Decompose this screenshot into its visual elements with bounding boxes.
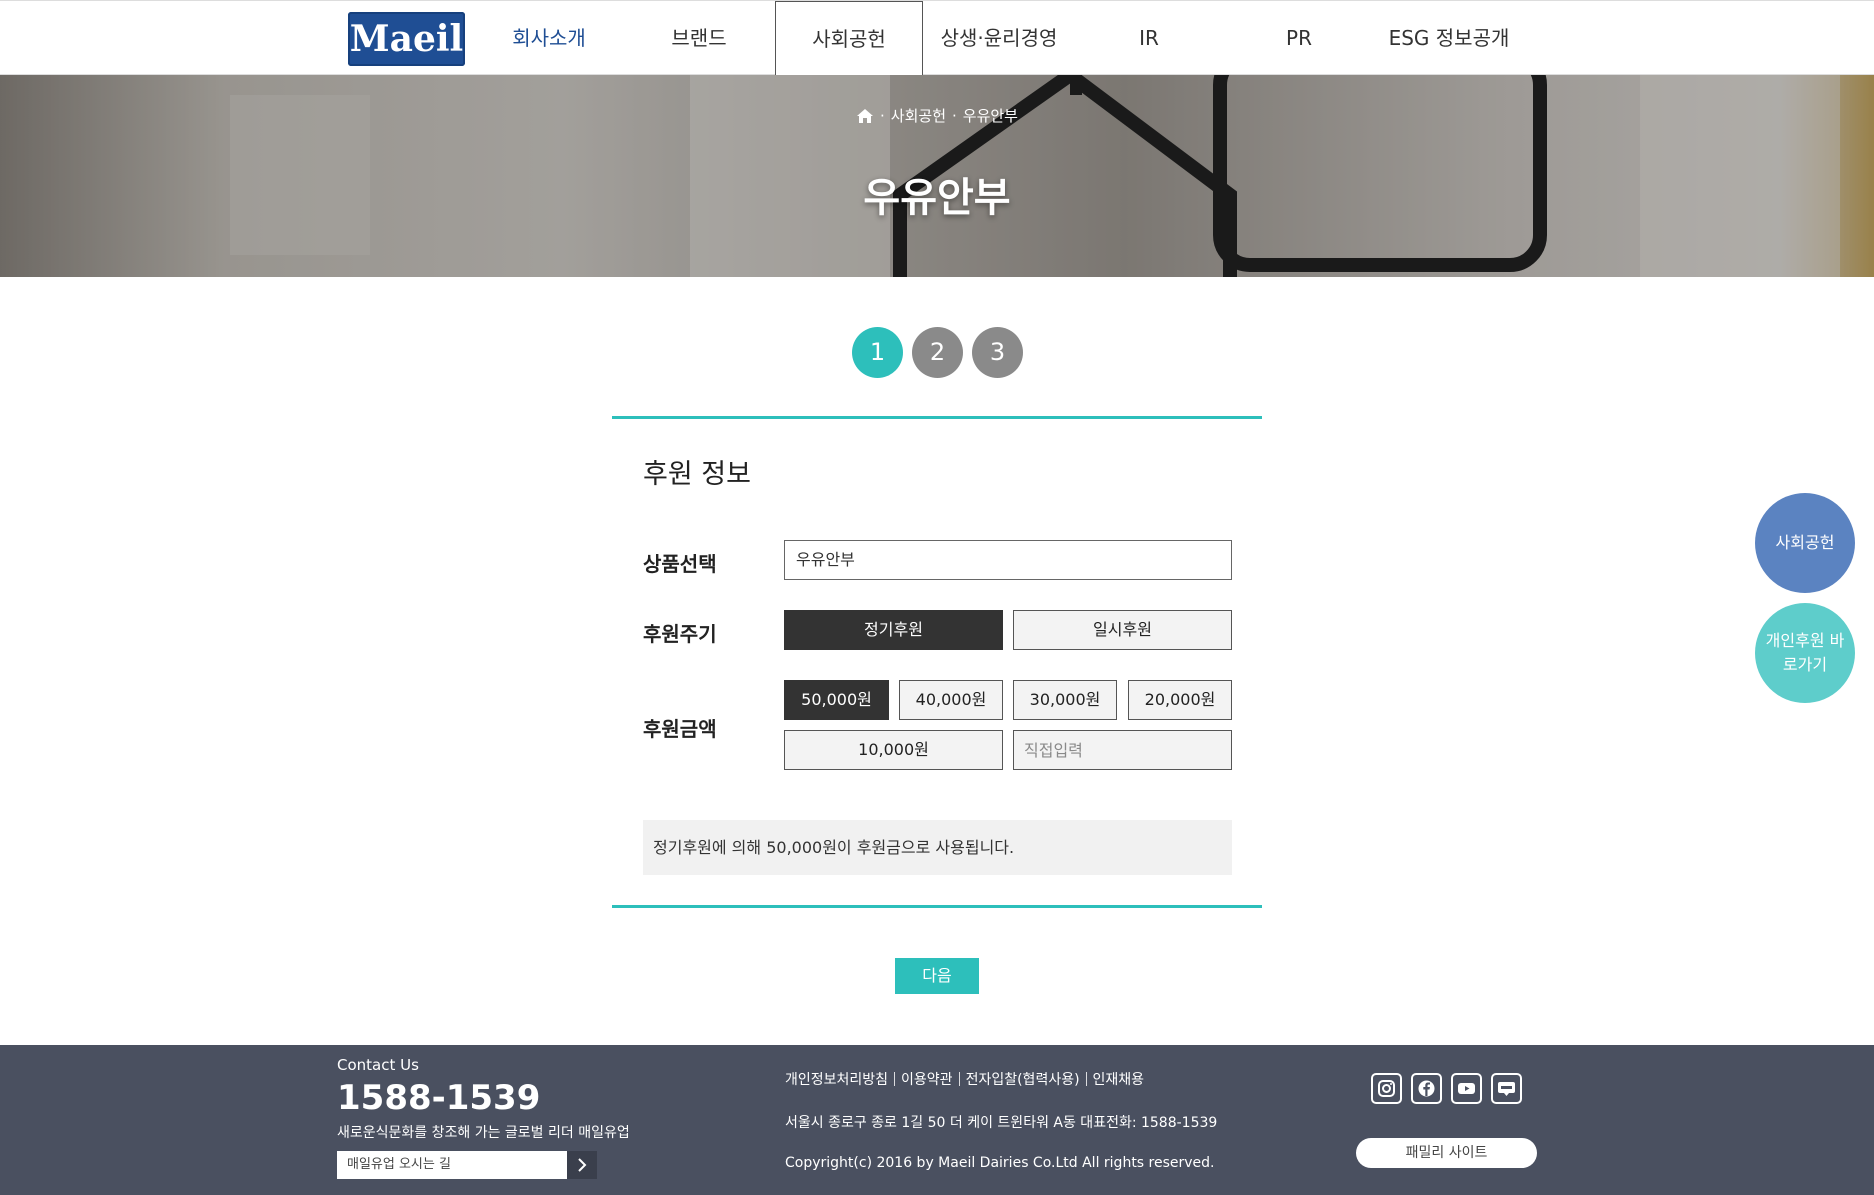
nav-company[interactable]: 회사소개 bbox=[475, 1, 623, 76]
floating-social-label: 사회공헌 bbox=[1775, 533, 1835, 552]
breadcrumb-separator: · bbox=[880, 106, 885, 125]
site-footer: Contact Us 1588-1539 새로운식문화를 창조해 가는 글로벌 … bbox=[0, 1045, 1874, 1195]
copyright-text: Copyright(c) 2016 by Maeil Dairies Co.Lt… bbox=[785, 1155, 1215, 1171]
link-divider bbox=[1085, 1072, 1087, 1086]
amount-40000-button[interactable]: 40,000원 bbox=[899, 680, 1003, 720]
link-divider bbox=[894, 1072, 896, 1086]
step-1-indicator: 1 bbox=[852, 327, 903, 378]
step-3-indicator: 3 bbox=[972, 327, 1023, 378]
careers-link[interactable]: 인재채용 bbox=[1093, 1069, 1145, 1089]
nav-brand[interactable]: 브랜드 bbox=[625, 1, 773, 76]
youtube-icon[interactable] bbox=[1451, 1073, 1482, 1104]
facebook-icon[interactable] bbox=[1411, 1073, 1442, 1104]
amount-30000-button[interactable]: 30,000원 bbox=[1013, 680, 1117, 720]
section-title: 후원 정보 bbox=[643, 459, 751, 490]
step-2-indicator: 2 bbox=[912, 327, 963, 378]
nav-ethics[interactable]: 상생·윤리경영 bbox=[925, 1, 1073, 76]
directions-link[interactable]: 매일유업 오시는 길 bbox=[337, 1151, 567, 1179]
breadcrumb-social-contribution[interactable]: 사회공헌 bbox=[891, 105, 946, 126]
maeil-logo[interactable]: Maeil bbox=[348, 12, 465, 66]
amount-label: 후원금액 bbox=[643, 717, 717, 741]
site-header: Maeil 회사소개 브랜드 사회공헌 상생·윤리경영 IR PR ESG 정보… bbox=[0, 0, 1874, 77]
link-divider bbox=[958, 1072, 960, 1086]
footer-links: 개인정보처리방침 이용약관 전자입찰(협력사용) 인재채용 bbox=[785, 1069, 1144, 1089]
hero-banner: · 사회공헌 · 우유안부 우유안부 bbox=[0, 75, 1874, 277]
floating-personal-donation-button[interactable]: 개인후원 바로가기 bbox=[1755, 603, 1855, 703]
floating-personal-label: 개인후원 바로가기 bbox=[1765, 631, 1845, 674]
home-icon[interactable] bbox=[856, 108, 874, 124]
product-select-field[interactable]: 우유안부 bbox=[784, 540, 1232, 580]
page-title: 우유안부 bbox=[863, 175, 1011, 221]
nav-social-contribution[interactable]: 사회공헌 bbox=[775, 1, 923, 77]
amount-10000-button[interactable]: 10,000원 bbox=[784, 730, 1003, 770]
nav-pr[interactable]: PR bbox=[1225, 1, 1373, 76]
nav-esg[interactable]: ESG 정보공개 bbox=[1375, 1, 1523, 76]
company-address: 서울시 종로구 종로 1길 50 더 케이 트윈타워 A동 대표전화: 1588… bbox=[785, 1115, 1218, 1131]
directions-arrow-button[interactable] bbox=[567, 1151, 597, 1179]
company-slogan: 새로운식문화를 창조해 가는 글로벌 리더 매일유업 bbox=[337, 1125, 630, 1141]
form-top-divider bbox=[612, 416, 1262, 419]
cycle-regular-button[interactable]: 정기후원 bbox=[784, 610, 1003, 650]
nav-ir[interactable]: IR bbox=[1075, 1, 1223, 76]
chevron-right-icon bbox=[578, 1158, 587, 1172]
amount-20000-button[interactable]: 20,000원 bbox=[1128, 680, 1232, 720]
form-bottom-divider bbox=[612, 905, 1262, 908]
floating-social-contribution-button[interactable]: 사회공헌 bbox=[1755, 493, 1855, 593]
breadcrumb-separator: · bbox=[952, 106, 957, 125]
terms-link[interactable]: 이용약관 bbox=[901, 1069, 953, 1089]
blog-icon[interactable] bbox=[1491, 1073, 1522, 1104]
donation-summary: 정기후원에 의해 50,000원이 후원금으로 사용됩니다. bbox=[643, 820, 1232, 875]
amount-direct-input[interactable] bbox=[1013, 730, 1232, 770]
e-bidding-link[interactable]: 전자입찰(협력사용) bbox=[966, 1069, 1080, 1089]
contact-label: Contact Us bbox=[337, 1056, 419, 1074]
product-label: 상품선택 bbox=[643, 552, 717, 576]
contact-phone: 1588-1539 bbox=[337, 1078, 541, 1118]
next-button[interactable]: 다음 bbox=[895, 958, 979, 994]
breadcrumb: · 사회공헌 · 우유안부 bbox=[0, 105, 1874, 126]
family-site-dropdown[interactable]: 패밀리 사이트 bbox=[1356, 1138, 1537, 1168]
cycle-one-time-button[interactable]: 일시후원 bbox=[1013, 610, 1232, 650]
breadcrumb-current[interactable]: 우유안부 bbox=[963, 105, 1018, 126]
amount-50000-button[interactable]: 50,000원 bbox=[784, 680, 889, 720]
cycle-label: 후원주기 bbox=[643, 622, 717, 646]
instagram-icon[interactable] bbox=[1371, 1073, 1402, 1104]
privacy-policy-link[interactable]: 개인정보처리방침 bbox=[785, 1069, 888, 1089]
